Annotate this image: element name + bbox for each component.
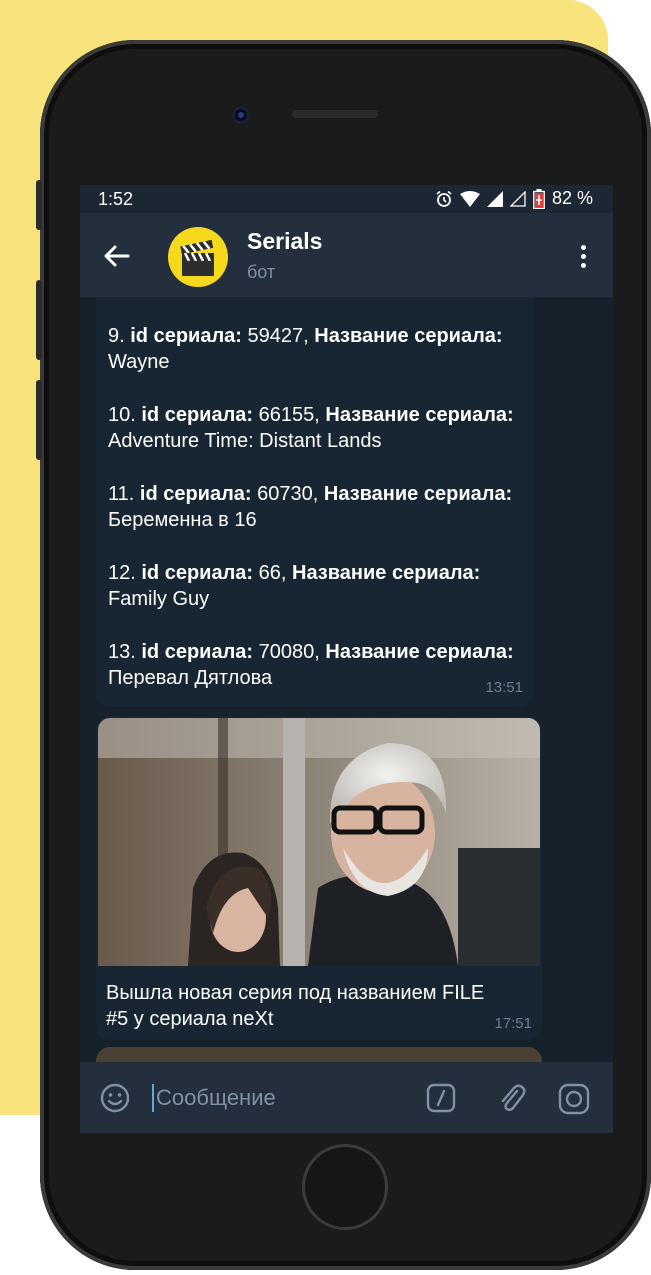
battery-icon xyxy=(533,188,545,209)
chat-header: Serials бот xyxy=(80,213,613,297)
text-cursor xyxy=(152,1084,154,1112)
slash-command-icon[interactable] xyxy=(426,1083,456,1113)
message-time: 13:51 xyxy=(485,679,523,696)
more-vertical-icon[interactable] xyxy=(579,245,587,271)
battery-level: 82 % xyxy=(551,188,593,208)
chat-subtitle: бот xyxy=(247,262,276,282)
volume-down-button xyxy=(36,380,42,460)
list-item: 12. id сериала: 66, Название сериала: Fa… xyxy=(108,562,481,610)
list-item: 10. id сериала: 66155, Название сериала:… xyxy=(108,404,514,452)
wifi-icon xyxy=(459,190,480,207)
clapperboard-icon xyxy=(180,239,214,276)
phone-screen: 1:52 82 % Serials бот 9. id сериала: 594… xyxy=(80,185,613,1133)
mute-switch xyxy=(36,180,42,230)
episode-still-picture xyxy=(98,718,540,966)
front-camera xyxy=(232,106,250,124)
chat-title[interactable]: Serials xyxy=(247,228,322,255)
status-time: 1:52 xyxy=(98,189,134,209)
next-photo-message[interactable] xyxy=(96,1047,542,1062)
list-item: 9. id сериала: 59427, Название сериала: … xyxy=(108,325,503,373)
camera-icon[interactable] xyxy=(558,1083,590,1115)
arrow-left-icon[interactable] xyxy=(102,241,132,271)
home-button[interactable] xyxy=(302,1144,388,1230)
message-input[interactable]: Сообщение xyxy=(156,1085,276,1111)
message-list[interactable]: 9. id сериала: 59427, Название сериала: … xyxy=(80,297,613,1062)
status-bar: 1:52 82 % xyxy=(80,185,613,213)
list-item: 13. id сериала: 70080, Название сериала:… xyxy=(108,641,514,689)
photo-message[interactable]: Вышла новая серия под названием FILE #5 … xyxy=(96,716,542,1040)
message-input-bar: Сообщение xyxy=(80,1062,613,1133)
photo-caption: Вышла новая серия под названием FILE #5 … xyxy=(106,982,485,1030)
paperclip-icon[interactable] xyxy=(496,1082,528,1114)
list-item: 11. id сериала: 60730, Название сериала:… xyxy=(108,483,513,531)
volume-up-button xyxy=(36,280,42,360)
signal-empty-icon xyxy=(509,190,526,207)
alarm-icon xyxy=(436,190,452,207)
status-icons: 82 % xyxy=(435,188,593,209)
smile-icon[interactable] xyxy=(100,1083,130,1113)
signal-icon xyxy=(486,190,503,207)
earpiece-speaker xyxy=(292,110,378,118)
episode-still-image[interactable] xyxy=(98,718,540,966)
message-time: 17:51 xyxy=(494,1015,532,1032)
chat-avatar[interactable] xyxy=(168,227,228,287)
series-list-message[interactable]: 9. id сериала: 59427, Название сериала: … xyxy=(96,297,533,707)
